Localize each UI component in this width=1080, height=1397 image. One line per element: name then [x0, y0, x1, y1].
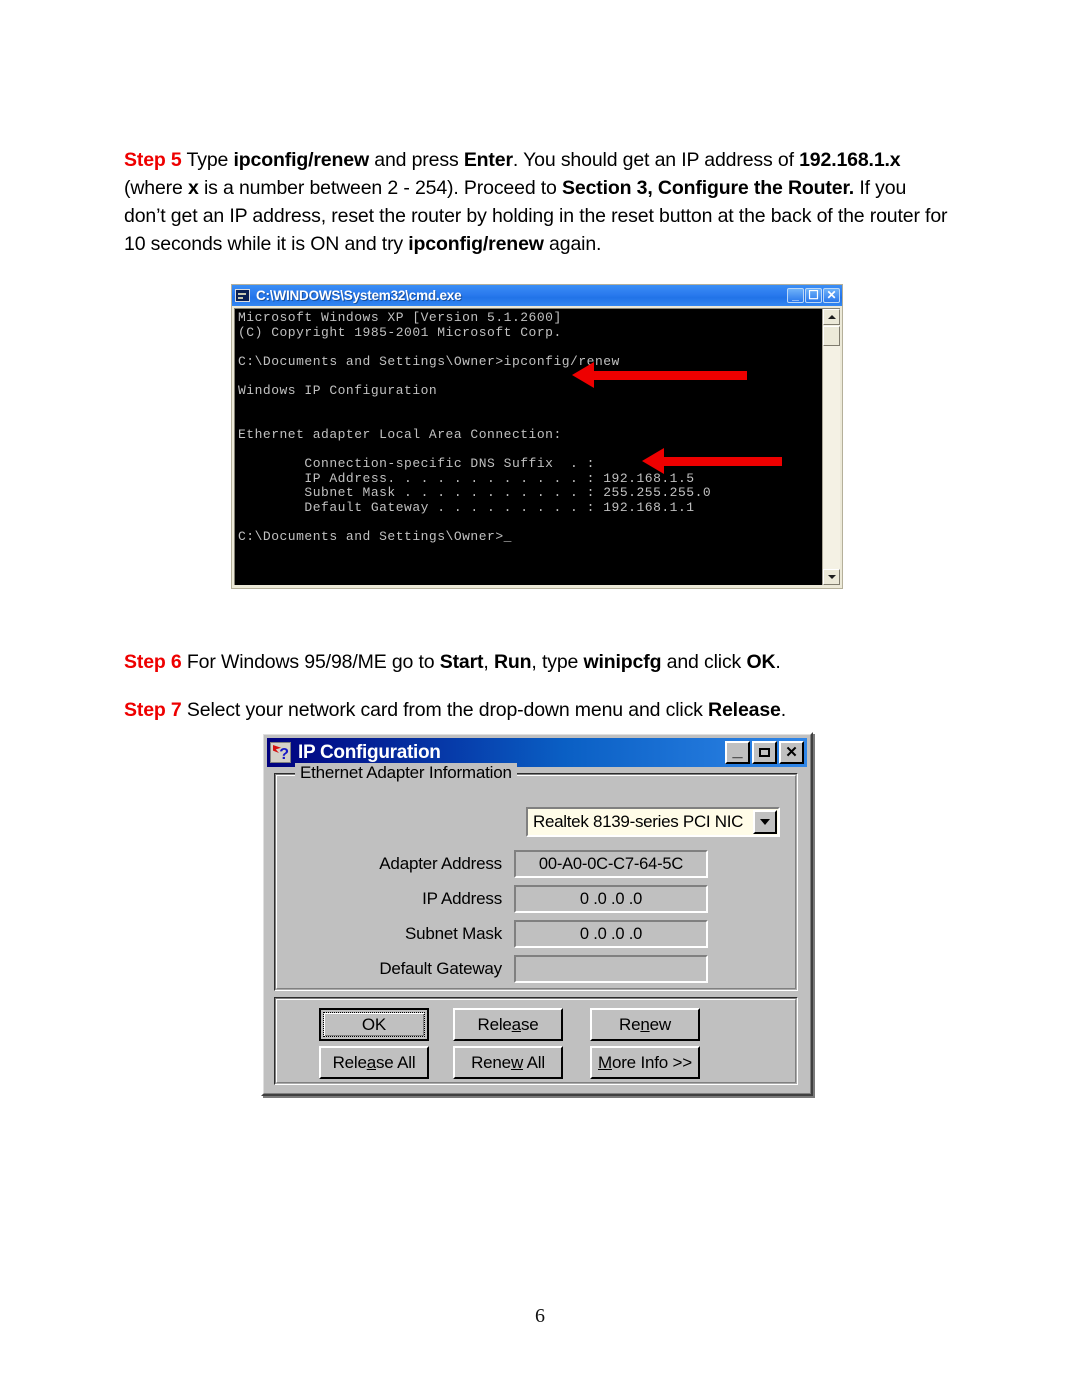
paragraph-step-7: Step 7 Select your network card from the… [124, 696, 948, 724]
ok-button-label: OK [361, 1014, 387, 1034]
step-5-label: Step 5 [124, 148, 182, 171]
cmd-minimize-button[interactable]: _ [787, 288, 804, 303]
adapter-address-label: Adapter Address [379, 854, 502, 873]
cmd-maximize-button[interactable]: ☐ [805, 288, 822, 303]
ipcfg-close-button[interactable]: ✕ [779, 741, 804, 764]
cmd-client-area: Microsoft Windows XP [Version 5.1.2600] … [234, 308, 840, 585]
default-gateway-value [514, 955, 708, 983]
adapter-select[interactable]: Realtek 8139-series PCI NIC [526, 807, 780, 837]
group-box-legend: Ethernet Adapter Information [295, 763, 517, 783]
dialog-button-panel: OK Release Renew Release All Renew All M… [274, 997, 798, 1085]
arrow-to-command-line-icon [572, 362, 747, 388]
ip-address-value: 0 .0 .0 .0 [514, 885, 708, 913]
adapter-address-value: 00-A0-0C-C7-64-5C [514, 850, 708, 878]
paragraph-step-6: Step 6 For Windows 95/98/ME go to Start,… [124, 648, 948, 676]
ip-configuration-dialog-frame: IP Configuration _ ✕ Ethernet Adapter In… [263, 734, 811, 1094]
ip-address-label: IP Address [422, 889, 502, 908]
scrollbar-down-arrow-icon[interactable] [823, 569, 840, 585]
field-row-adapter-address: Adapter Address 00-A0-0C-C7-64-5C [288, 847, 788, 881]
ipcfg-window-title: IP Configuration [298, 741, 441, 763]
default-gateway-label: Default Gateway [379, 959, 502, 978]
ipcfg-minimize-button[interactable]: _ [725, 741, 750, 764]
ipcfg-maximize-button[interactable] [752, 741, 777, 764]
field-row-ip-address: IP Address 0 .0 .0 .0 [288, 882, 788, 916]
renew-all-button-label: Renew All [471, 1052, 545, 1072]
paragraph-step-5: Step 5 Type ipconfig/renew and press Ent… [124, 146, 948, 258]
step-6-label: Step 6 [124, 650, 182, 673]
release-all-button-label: Release All [332, 1052, 416, 1072]
subnet-mask-value: 0 .0 .0 .0 [514, 920, 708, 948]
ethernet-adapter-information-group: Ethernet Adapter Information Realtek 813… [274, 763, 798, 991]
chevron-down-icon[interactable] [753, 810, 777, 834]
cmd-console-text: Microsoft Windows XP [Version 5.1.2600] … [238, 310, 712, 544]
more-info-button[interactable]: More Info >> [590, 1046, 700, 1079]
step-6-body: For Windows 95/98/ME go to Start, Run, t… [181, 650, 781, 673]
page-number: 6 [535, 1305, 545, 1327]
cmd-close-button[interactable]: ✕ [823, 288, 840, 303]
subnet-mask-label: Subnet Mask [404, 924, 502, 943]
release-button[interactable]: Release [453, 1008, 563, 1041]
adapter-select-value: Realtek 8139-series PCI NIC [533, 812, 744, 831]
scrollbar-thumb[interactable] [823, 326, 840, 346]
cmd-window-title: C:\WINDOWS\System32\cmd.exe [256, 288, 462, 303]
cmd-vertical-scrollbar[interactable] [822, 309, 840, 585]
renew-all-button[interactable]: Renew All [453, 1046, 563, 1079]
renew-button[interactable]: Renew [590, 1008, 700, 1041]
more-info-button-label: More Info >> [598, 1052, 692, 1072]
network-help-icon [270, 742, 291, 763]
command-prompt-window[interactable]: C:\WINDOWS\System32\cmd.exe _ ☐ ✕ Micros… [231, 284, 843, 589]
release-all-button[interactable]: Release All [319, 1046, 429, 1079]
renew-button-label: Renew [619, 1014, 671, 1034]
arrow-to-ip-address-icon [642, 448, 782, 474]
step-7-label: Step 7 [124, 698, 182, 721]
step-7-body: Select your network card from the drop-d… [181, 698, 787, 721]
cmd-console-output[interactable]: Microsoft Windows XP [Version 5.1.2600] … [235, 309, 822, 585]
ip-configuration-dialog[interactable]: IP Configuration _ ✕ Ethernet Adapter In… [261, 732, 813, 1096]
field-row-subnet-mask: Subnet Mask 0 .0 .0 .0 [288, 917, 788, 951]
scrollbar-up-arrow-icon[interactable] [823, 309, 840, 325]
step-5-body: Type ipconfig/renew and press Enter. You… [124, 148, 948, 255]
ok-button[interactable]: OK [319, 1008, 429, 1041]
release-button-label: Release [477, 1014, 539, 1034]
field-row-default-gateway: Default Gateway [288, 952, 788, 986]
cmd-console-icon [235, 289, 250, 302]
cmd-title-bar[interactable]: C:\WINDOWS\System32\cmd.exe _ ☐ ✕ [232, 285, 842, 306]
